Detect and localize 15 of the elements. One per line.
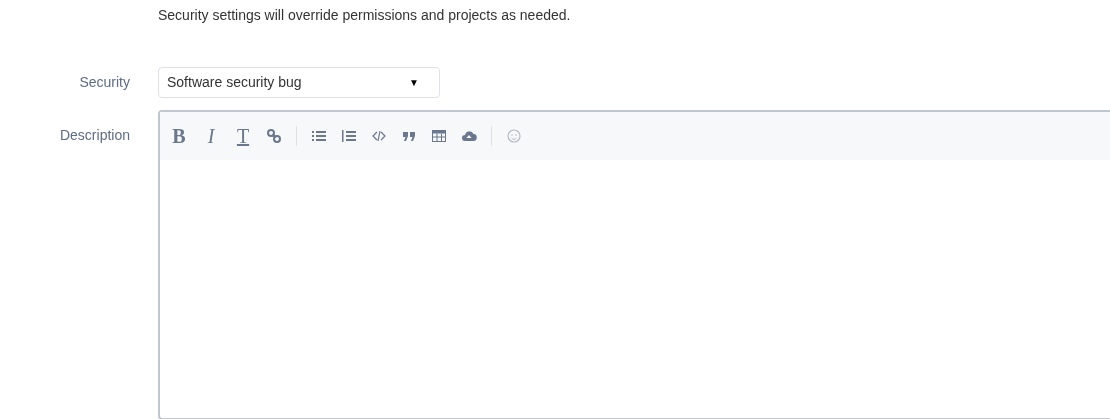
link-icon[interactable] bbox=[266, 128, 282, 144]
security-dropdown[interactable]: Software security bug ▼ bbox=[158, 66, 440, 98]
field-label: Security bbox=[79, 72, 130, 92]
bullet-list-icon[interactable] bbox=[311, 128, 327, 144]
italic-button[interactable]: I bbox=[202, 126, 220, 146]
clear-format-button[interactable]: T bbox=[234, 126, 252, 146]
code-icon[interactable] bbox=[371, 128, 387, 144]
caret-icon: ▼ bbox=[409, 74, 419, 90]
notice-text: Security settings will override permissions and projects as needed. bbox=[158, 6, 572, 25]
numbered-list-icon[interactable] bbox=[341, 128, 357, 144]
editor-box[interactable]: B I T bbox=[158, 110, 1110, 419]
bold-button[interactable]: B bbox=[170, 126, 188, 146]
cloud-upload-icon[interactable] bbox=[461, 128, 477, 144]
field-label: Description bbox=[59, 126, 130, 145]
table-icon[interactable] bbox=[431, 128, 447, 144]
